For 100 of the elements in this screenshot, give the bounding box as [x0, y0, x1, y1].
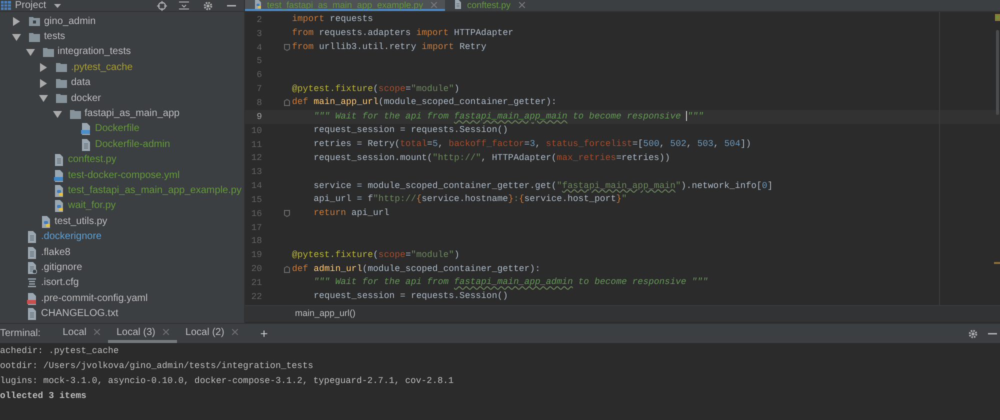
tree-item[interactable]: test_fastapi_as_main_app_example.py	[68, 184, 242, 197]
folder-icon	[56, 63, 67, 72]
caret-icon[interactable]	[52, 110, 62, 118]
code-line: return api_url	[312, 208, 390, 220]
tree-item[interactable]: .isort.cfg	[41, 277, 79, 290]
folder-icon	[29, 32, 40, 42]
line-number: 6	[256, 70, 262, 80]
file-icon	[27, 308, 37, 320]
file-icon	[54, 184, 64, 197]
caret-icon[interactable]	[12, 17, 21, 26]
code-line: retries = Retry(total=5, backoff_factor=3, status_forcelist=[500, 502, 503, 504])	[312, 139, 752, 150]
fold-icon[interactable]	[284, 266, 290, 273]
line-number: 11	[250, 140, 262, 150]
tree-item[interactable]: gino_admin	[44, 16, 96, 28]
line-number: 19	[250, 250, 262, 260]
settings-icon[interactable]	[968, 328, 978, 338]
caret-icon[interactable]	[54, 4, 62, 8]
line-number: 20	[250, 264, 262, 274]
tree-item[interactable]: Dockerfile	[95, 123, 140, 136]
caret-icon[interactable]	[39, 63, 48, 72]
tree-item[interactable]: tests	[44, 31, 66, 44]
tree-item[interactable]: docker	[71, 92, 102, 105]
code-line: """ Wait for the api from fastapi_main_app_main to become responsive """	[312, 111, 704, 123]
minimize-icon[interactable]	[988, 332, 997, 334]
tree-item[interactable]: .dockerignore	[41, 231, 102, 244]
tree-item[interactable]: .flake8	[41, 246, 70, 259]
code-line: from urllib3.util.retry import Retry	[292, 42, 486, 54]
collapse-icon[interactable]	[179, 0, 189, 10]
line-number: 5	[256, 56, 262, 66]
line-number: 21	[250, 278, 262, 288]
settings-icon[interactable]	[203, 0, 213, 10]
line-number: 2	[256, 14, 262, 25]
tree-item[interactable]: .pytest_cache	[71, 62, 133, 74]
file-icon	[81, 138, 91, 151]
minimize-icon[interactable]	[227, 4, 236, 6]
terminal-line: achedir: .pytest_cache	[0, 345, 119, 358]
terminal-line: lugins: mock-3.1.0, asyncio-0.10.0, docker-compose-3.1.2, typeguard-2.7.1, cov-2.8.1	[0, 375, 454, 388]
tree-item[interactable]: fastapi_as_main_app	[84, 108, 180, 120]
line-number: 15	[250, 194, 262, 205]
line-number: 7	[256, 84, 262, 94]
line-number: 10	[250, 126, 262, 136]
file-icon	[54, 170, 64, 182]
line-number: 8	[256, 98, 262, 108]
folder-icon	[42, 48, 54, 57]
tree-item[interactable]: integration_tests	[58, 46, 131, 58]
tree-item[interactable]: .pre-commit-config.yaml	[41, 292, 148, 305]
tree-item[interactable]: conftest.py	[68, 154, 116, 166]
code-line: request_session.mount("http://", HTTPAdapter(max_retries=retries))	[312, 152, 670, 164]
fold-icon[interactable]	[284, 99, 290, 106]
tree-item[interactable]: wait_for.py	[68, 200, 116, 212]
line-number: 16	[250, 208, 262, 219]
fold-icon[interactable]	[284, 210, 290, 218]
tree-item[interactable]: Dockerfile-admin	[95, 138, 170, 151]
terminal-title: Terminal:	[0, 327, 41, 341]
folder-icon	[29, 17, 40, 26]
line-number: 13	[250, 167, 262, 178]
lines-icon	[27, 278, 37, 288]
folder-icon	[56, 78, 67, 88]
line-number: 17	[250, 222, 262, 233]
add-tab-button[interactable]: +	[260, 327, 268, 340]
line-number: 12	[250, 153, 262, 164]
file-icon	[453, 0, 464, 9]
code-line: api_url = f"http://{service.hostname}:{service.host_port}"	[312, 194, 627, 206]
line-number: 9	[256, 112, 262, 122]
tree-item[interactable]: test-docker-compose.yml	[68, 170, 180, 182]
terminal-line: ootdir: /Users/jvolkova/gino_admin/tests/integration_tests	[0, 360, 314, 373]
panel-title[interactable]: Project	[15, 0, 46, 11]
code-line: def admin_url(module_scoped_container_getter):	[292, 264, 540, 275]
tree-item[interactable]: test_utils.py	[54, 216, 108, 228]
tree-item[interactable]: .gitignore	[41, 262, 82, 274]
crosshair-icon[interactable]	[157, 0, 167, 10]
code-line: """ Wait for the api from fastapi_main_app_admin to become responsive """	[312, 277, 708, 288]
close-icon[interactable]	[518, 2, 525, 8]
caret-icon[interactable]	[26, 48, 34, 56]
file-icon	[81, 123, 91, 136]
fold-icon[interactable]	[284, 44, 290, 52]
tree-item[interactable]: CHANGELOG.txt	[41, 308, 118, 320]
breadcrumb[interactable]: main_app_url()	[295, 307, 356, 321]
code-line: from requests.adapters import HTTPAdapter	[292, 28, 514, 40]
terminal-tab[interactable]: Local (2)	[177, 324, 246, 343]
scrollbar[interactable]	[996, 30, 999, 115]
caret-icon[interactable]	[12, 34, 21, 41]
file-icon	[253, 0, 263, 9]
code-line: @pytest.fixture(scope="module")	[292, 84, 460, 95]
line-number: 18	[250, 236, 262, 246]
editor-tab[interactable]: conftest.py	[445, 0, 533, 11]
caret-icon[interactable]	[39, 95, 48, 102]
code-line: @pytest.fixture(scope="module")	[292, 250, 460, 261]
file-icon	[40, 216, 50, 228]
code-line: request_session = requests.Session()	[312, 125, 508, 136]
folder-icon	[70, 110, 80, 119]
terminal-tab[interactable]: Local	[54, 324, 108, 343]
file-icon	[54, 200, 64, 212]
caret-icon[interactable]	[39, 78, 48, 88]
code-line: def main_app_url(module_scoped_container_getter):	[292, 97, 557, 108]
line-number: 14	[250, 181, 262, 192]
line-number: 3	[256, 28, 262, 39]
tree-item[interactable]: data	[71, 77, 90, 90]
code-line: service = module_scoped_container_getter.get("fastapi_main_app_main").network_info[0]	[312, 180, 773, 192]
file-icon	[27, 292, 37, 305]
